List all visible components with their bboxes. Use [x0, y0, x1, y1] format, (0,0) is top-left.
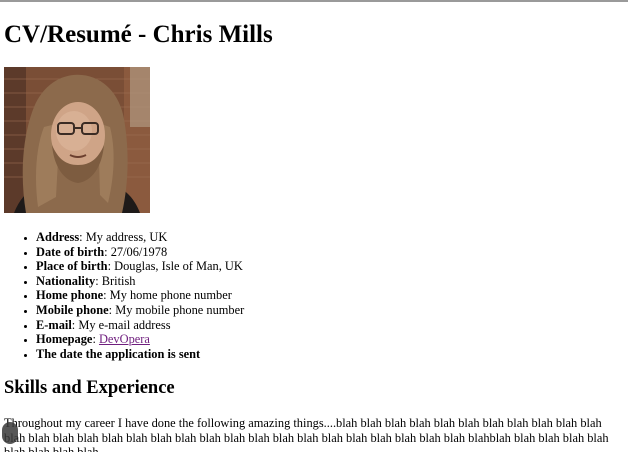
detail-nationality: Nationality: British: [36, 274, 244, 289]
detail-homepage: Homepage: DevOpera: [36, 332, 244, 347]
detail-value: My e-mail address: [78, 317, 171, 332]
detail-label: Place of birth: [36, 259, 108, 274]
profile-photo-image: [4, 67, 150, 213]
detail-label: Homepage: [36, 332, 93, 347]
skills-heading: Skills and Experience: [4, 378, 175, 398]
page-title: CV/Resumé - Chris Mills: [4, 21, 273, 48]
detail-value: My mobile phone number: [115, 302, 245, 317]
mouse-cursor: [2, 422, 18, 444]
detail-label: Mobile phone: [36, 302, 109, 317]
personal-details-list: Address: My address, UK Date of birth: 2…: [4, 230, 244, 361]
detail-value: 27/06/1978: [110, 244, 168, 259]
resume-page: CV/Resumé - Chris Mills • Address: My ad…: [2, 2, 628, 452]
detail-email: E-mail: My e-mail address: [36, 318, 244, 333]
detail-label: The date the application is sent: [36, 346, 201, 361]
detail-address: Address: My address, UK: [36, 230, 244, 245]
skills-paragraph: Throughout my career I have done the fol…: [4, 416, 609, 452]
detail-label: Nationality: [36, 273, 96, 288]
detail-value: My home phone number: [109, 288, 232, 303]
detail-value: Douglas, Isle of Man, UK: [114, 259, 243, 274]
detail-label: Home phone: [36, 288, 104, 303]
profile-photo: [4, 67, 150, 213]
homepage-link[interactable]: DevOpera: [99, 332, 150, 346]
detail-mobile-phone: Mobile phone: My mobile phone number: [36, 303, 244, 318]
detail-application-date: The date the application is sent: [36, 347, 244, 362]
detail-label: E-mail: [36, 317, 72, 332]
detail-value: My address, UK: [85, 230, 168, 244]
detail-date-of-birth: Date of birth: 27/06/1978: [36, 245, 244, 260]
detail-label: Date of birth: [36, 244, 105, 259]
detail-place-of-birth: Place of birth: Douglas, Isle of Man, UK: [36, 259, 244, 274]
detail-value: British: [101, 273, 136, 288]
detail-home-phone: Home phone: My home phone number: [36, 288, 244, 303]
detail-label: Address: [36, 230, 80, 244]
